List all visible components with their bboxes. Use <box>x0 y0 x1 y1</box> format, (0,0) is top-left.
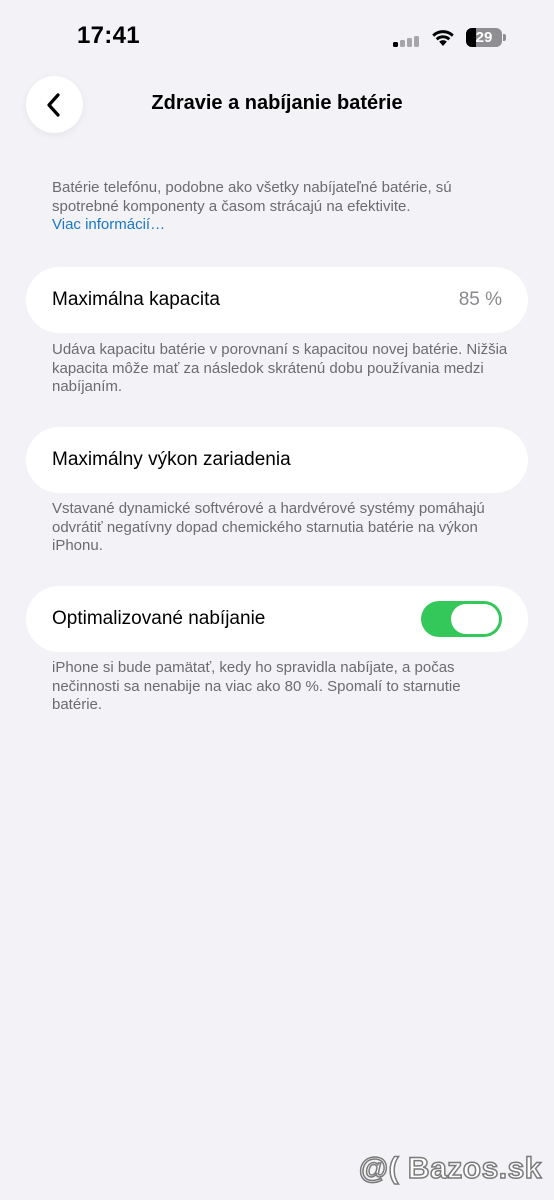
status-time: 17:41 <box>77 22 140 49</box>
optimized-charging-note: iPhone si bude pamätať, kedy ho spravidl… <box>52 659 461 713</box>
wifi-icon <box>430 28 456 52</box>
page-title-text: Zdravie a nabíjanie batérie <box>151 92 403 114</box>
watermark-logo: @( Bazos.sk <box>358 1151 542 1186</box>
intro-text: Batérie telefónu, podobne ako všetky nab… <box>52 179 452 215</box>
max-capacity-note: Udáva kapacitu batérie v porovnaní s kap… <box>52 341 508 395</box>
peak-performance-label: Maximálny výkon zariadenia <box>52 449 291 470</box>
max-capacity-value: 85 % <box>458 289 502 310</box>
cellular-signal-icon <box>393 35 423 47</box>
optimized-charging-row: Optimalizované nabíjanie <box>26 586 528 652</box>
battery-tip <box>503 34 506 41</box>
battery-fill <box>466 28 477 47</box>
status-bar: 17:41 29 <box>0 0 554 72</box>
optimized-charging-label: Optimalizované nabíjanie <box>52 608 266 629</box>
peak-performance-row[interactable]: Maximálny výkon zariadenia <box>26 427 528 493</box>
max-capacity-row: Maximálna kapacita 85 % <box>26 267 528 333</box>
intro-section: Batérie telefónu, podobne ako všetky nab… <box>52 179 512 235</box>
page-title: Zdravie a nabíjanie batérie <box>0 92 554 115</box>
battery-level: 29 <box>475 29 493 46</box>
peak-performance-note: Vstavané dynamické softvérové a hardvéro… <box>52 500 485 554</box>
toggle-knob <box>451 604 499 634</box>
optimized-charging-toggle[interactable] <box>421 601 502 637</box>
battery-icon: 29 <box>466 28 502 47</box>
more-info-link[interactable]: Viac informácií… <box>52 216 512 235</box>
max-capacity-label: Maximálna kapacita <box>52 289 220 310</box>
